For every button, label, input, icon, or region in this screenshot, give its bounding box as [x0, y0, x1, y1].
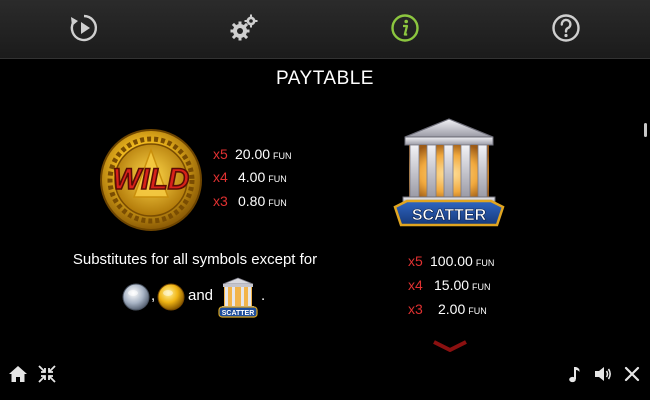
scatter-symbol: SCATTER [393, 118, 505, 227]
wild-description: Substitutes for all symbols except for [72, 251, 318, 268]
multiplier: x5 [408, 253, 423, 269]
currency: FUN [468, 306, 487, 316]
info-button[interactable] [389, 12, 421, 44]
silver-coin-icon [122, 283, 150, 311]
comma: , [151, 287, 156, 304]
scatter-mini-text: SCATTER [222, 310, 255, 317]
wild-symbol: WILD [100, 129, 202, 231]
home-icon [9, 366, 27, 382]
scatter-mini-icon: SCATTER [218, 277, 258, 318]
scatter-pay-x5: x5 100.00 FUN [408, 253, 494, 269]
scroll-down-icon[interactable] [432, 340, 468, 352]
and-text: and [188, 287, 214, 304]
wild-pay-x4: x4 4.00 FUN [213, 169, 287, 185]
currency: FUN [472, 282, 491, 292]
sound-button[interactable] [593, 364, 613, 384]
scrollbar[interactable] [644, 123, 647, 137]
autoplay-button[interactable] [68, 12, 100, 44]
home-button[interactable] [8, 364, 28, 384]
scatter-symbol-text: SCATTER [412, 207, 487, 224]
top-toolbar [0, 0, 650, 59]
scatter-pay-x3: x3 2.00 FUN [408, 301, 487, 317]
currency: FUN [268, 174, 287, 184]
question-icon [552, 14, 580, 42]
speaker-icon [595, 367, 611, 381]
paytable-title: PAYTABLE [276, 68, 374, 89]
music-button[interactable] [564, 364, 584, 384]
currency: FUN [475, 258, 495, 268]
wild-symbol-text: WILD [113, 163, 190, 196]
wild-exceptions: , and SCATTER . [115, 276, 285, 320]
help-button[interactable] [550, 12, 582, 44]
music-note-icon [569, 367, 580, 383]
period: . [261, 287, 266, 304]
gears-icon [230, 14, 258, 41]
pay-amount: 4.00 [238, 169, 266, 185]
multiplier: x4 [408, 277, 423, 293]
close-icon [624, 366, 640, 382]
settings-button[interactable] [228, 12, 260, 44]
pay-amount: 0.80 [238, 193, 266, 209]
fullscreen-button[interactable] [37, 364, 57, 384]
multiplier: x3 [408, 301, 423, 317]
multiplier: x4 [213, 169, 228, 185]
pay-amount: 20.00 [235, 146, 271, 162]
gold-coin-icon [157, 283, 185, 311]
wild-pay-x5: x5 20.00 FUN [213, 146, 292, 162]
info-icon [391, 14, 419, 42]
replay-play-icon [70, 14, 98, 42]
multiplier: x5 [213, 146, 228, 162]
pay-amount: 2.00 [438, 301, 466, 317]
scatter-pay-x4: x4 15.00 FUN [408, 277, 491, 293]
compress-icon [38, 365, 56, 383]
currency: FUN [268, 198, 287, 208]
wild-pay-x3: x3 0.80 FUN [213, 193, 287, 209]
pay-amount: 100.00 [430, 253, 473, 269]
close-button[interactable] [622, 364, 642, 384]
multiplier: x3 [213, 193, 228, 209]
currency: FUN [273, 151, 292, 161]
pay-amount: 15.00 [434, 277, 470, 293]
